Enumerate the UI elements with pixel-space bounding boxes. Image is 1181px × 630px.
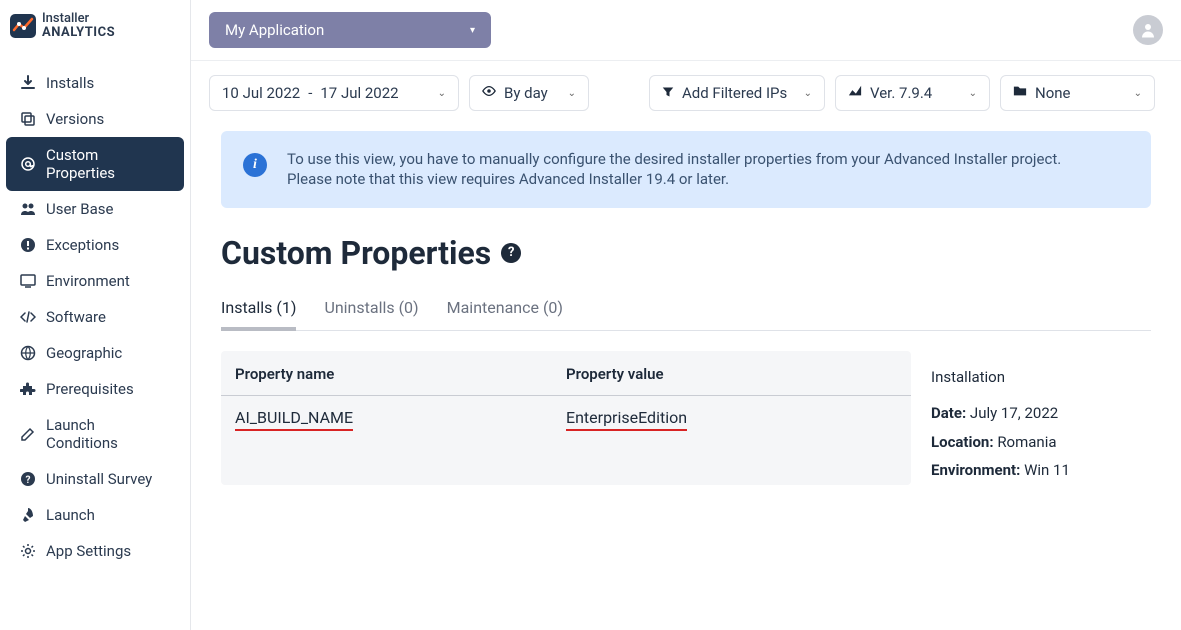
sidebar-item-label: Prerequisites [46, 380, 134, 398]
sidebar-item-prerequisites[interactable]: Prerequisites [6, 371, 184, 407]
sidebar-item-label: Installs [46, 74, 94, 92]
globe-icon [20, 345, 36, 361]
sidebar-item-label: Environment [46, 272, 130, 290]
tab-installs[interactable]: Installs (1) [221, 298, 296, 331]
sidebar-item-app-settings[interactable]: App Settings [6, 533, 184, 569]
sidebar-item-environment[interactable]: Environment [6, 263, 184, 299]
properties-table: Property name Property value AI_BUILD_NA… [221, 351, 911, 485]
install-info-title: Installation [931, 363, 1151, 392]
sidebar-item-label: Software [46, 308, 106, 326]
user-icon [1139, 21, 1157, 39]
sidebar-item-geographic[interactable]: Geographic [6, 335, 184, 371]
sidebar-item-uninstall-survey[interactable]: ? Uninstall Survey [6, 461, 184, 497]
version-filter[interactable]: Ver. 7.9.4 ⌄ [835, 75, 990, 111]
date-from: 10 Jul 2022 [222, 84, 300, 102]
avatar[interactable] [1133, 15, 1163, 45]
sidebar-item-label: Launch Conditions [46, 416, 170, 452]
sidebar-item-label: App Settings [46, 542, 131, 560]
tab-uninstalls[interactable]: Uninstalls (0) [324, 298, 418, 330]
granularity-label: By day [504, 84, 548, 102]
property-value: EnterpriseEdition [566, 408, 687, 431]
chevron-down-icon: ▾ [470, 25, 475, 36]
app-selector[interactable]: My Application ▾ [209, 12, 491, 48]
version-label: Ver. 7.9.4 [870, 84, 932, 102]
chevron-down-icon: ⌄ [969, 88, 977, 99]
filter-icon [662, 84, 674, 102]
sidebar-item-exceptions[interactable]: Exceptions [6, 227, 184, 263]
sidebar-item-label: Geographic [46, 344, 122, 362]
topbar: My Application ▾ [191, 0, 1181, 61]
rocket-icon [20, 507, 36, 523]
installation-info: Installation Date: July 17, 2022 Locatio… [931, 351, 1151, 485]
sidebar-item-installs[interactable]: Installs [6, 65, 184, 101]
code-icon [20, 309, 36, 325]
sidebar-item-label: Versions [46, 110, 104, 128]
help-icon[interactable]: ? [501, 243, 521, 263]
sidebar-item-software[interactable]: Software [6, 299, 184, 335]
date-range-filter[interactable]: 10 Jul 2022 - 17 Jul 2022 ⌄ [209, 75, 459, 111]
chevron-down-icon: ⌄ [804, 88, 812, 99]
chart-icon [848, 84, 862, 102]
brand-icon [10, 14, 36, 38]
info-banner: i To use this view, you have to manually… [221, 131, 1151, 208]
page-title: Custom Properties ? [221, 234, 1151, 272]
sidebar-item-label: Custom Properties [46, 146, 170, 182]
granularity-filter[interactable]: By day ⌄ [469, 75, 589, 111]
filter-bar: 10 Jul 2022 - 17 Jul 2022 ⌄ By day ⌄ Add… [191, 61, 1181, 117]
puzzle-icon [20, 381, 36, 397]
sidebar-item-versions[interactable]: Versions [6, 101, 184, 137]
folder-label: None [1035, 84, 1071, 102]
date-to: 17 Jul 2022 [320, 84, 398, 102]
app-selector-label: My Application [225, 21, 324, 39]
monitor-icon [20, 273, 36, 289]
sidebar-item-launch[interactable]: Launch [6, 497, 184, 533]
folder-filter[interactable]: None ⌄ [1000, 75, 1155, 111]
sidebar-item-custom-properties[interactable]: Custom Properties [6, 137, 184, 191]
sidebar-nav: Installs Versions Custom Properties User… [0, 51, 190, 569]
sidebar-item-label: User Base [46, 200, 113, 218]
sidebar-item-label: Uninstall Survey [46, 470, 152, 488]
at-icon [20, 156, 36, 172]
sidebar: Installer ANALYTICS Installs Versions Cu… [0, 0, 191, 630]
filtered-ips-filter[interactable]: Add Filtered IPs ⌄ [649, 75, 825, 111]
copy-icon [20, 111, 36, 127]
chevron-down-icon: ⌄ [568, 88, 576, 99]
property-name: AI_BUILD_NAME [235, 408, 353, 431]
users-icon [20, 201, 36, 217]
table-row[interactable]: AI_BUILD_NAME EnterpriseEdition [221, 396, 911, 443]
sidebar-item-label: Exceptions [46, 236, 119, 254]
sidebar-item-label: Launch [46, 506, 95, 524]
survey-icon: ? [20, 471, 36, 487]
tabs: Installs (1) Uninstalls (0) Maintenance … [221, 298, 1151, 331]
download-icon [20, 75, 36, 91]
info-text: To use this view, you have to manually c… [287, 149, 1061, 190]
sidebar-item-user-base[interactable]: User Base [6, 191, 184, 227]
sidebar-item-launch-conditions[interactable]: Launch Conditions [6, 407, 184, 461]
filtered-ips-label: Add Filtered IPs [682, 84, 787, 102]
chevron-down-icon: ⌄ [1134, 88, 1142, 99]
table-header-name: Property name [235, 365, 566, 383]
folder-icon [1013, 84, 1027, 102]
info-icon: i [243, 153, 267, 177]
brand-line2: ANALYTICS [42, 26, 115, 40]
edit-icon [20, 426, 36, 442]
brand-line1: Installer [42, 12, 115, 26]
chevron-down-icon: ⌄ [438, 88, 446, 99]
brand-logo: Installer ANALYTICS [0, 0, 190, 51]
svg-text:?: ? [26, 475, 31, 486]
error-icon [20, 237, 36, 253]
table-header-value: Property value [566, 365, 897, 383]
tab-maintenance[interactable]: Maintenance (0) [447, 298, 563, 330]
eye-icon [482, 84, 496, 102]
gear-icon [20, 543, 36, 559]
